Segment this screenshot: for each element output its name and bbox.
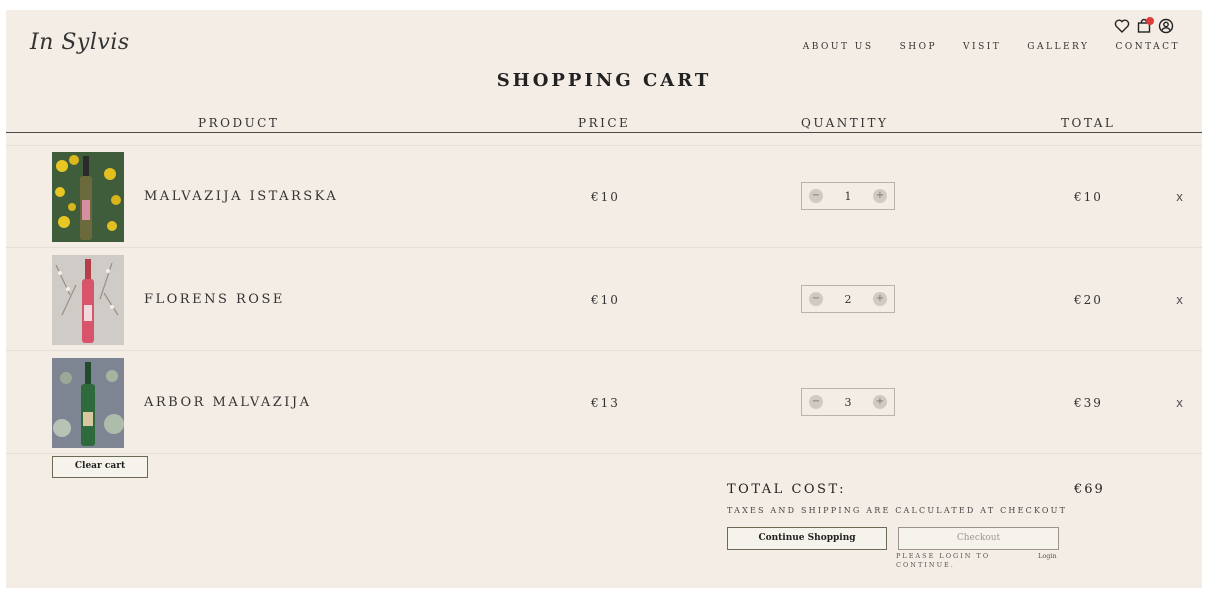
main-nav: ABOUT US SHOP VISIT GALLERY CONTACT xyxy=(803,42,1180,52)
nav-visit[interactable]: VISIT xyxy=(963,42,1001,52)
product-price: €13 xyxy=(591,396,620,410)
cart-badge xyxy=(1146,17,1154,25)
product-name[interactable]: MALVAZIJA ISTARSKA xyxy=(144,189,338,204)
product-image[interactable] xyxy=(52,255,124,345)
header-total: TOTAL xyxy=(1061,116,1116,130)
header-icons xyxy=(1114,17,1174,34)
header-divider xyxy=(6,132,1202,133)
product-image[interactable] xyxy=(52,358,124,448)
quantity-stepper: − 2 + xyxy=(801,285,895,313)
clear-cart-button[interactable]: Clear cart xyxy=(52,456,148,478)
page: In Sylvis ABOUT US SHOP VISIT GALLERY CO… xyxy=(6,10,1202,588)
total-cost-value: €69 xyxy=(1074,482,1105,497)
cart-row: FLORENS ROSE €10 − 2 + €20 x xyxy=(6,249,1202,351)
row-total: €39 xyxy=(1074,396,1103,410)
shopping-bag-icon[interactable] xyxy=(1136,17,1154,34)
product-price: €10 xyxy=(591,190,620,204)
login-note: PLEASE LOGIN TO CONTINUE. xyxy=(896,552,991,569)
quantity-stepper: − 3 + xyxy=(801,388,895,416)
logo[interactable]: In Sylvis xyxy=(30,30,130,55)
row-total: €20 xyxy=(1074,293,1103,307)
nav-about-us[interactable]: ABOUT US xyxy=(803,42,874,52)
remove-item-button[interactable]: x xyxy=(1176,396,1183,410)
cart-row: ARBOR MALVAZIJA €13 − 3 + €39 x xyxy=(6,352,1202,454)
nav-contact[interactable]: CONTACT xyxy=(1115,42,1180,52)
product-image[interactable] xyxy=(52,152,124,242)
cart-row: MALVAZIJA ISTARSKA €10 − 1 + €10 x xyxy=(6,146,1202,248)
remove-item-button[interactable]: x xyxy=(1176,293,1183,307)
remove-item-button[interactable]: x xyxy=(1176,190,1183,204)
total-cost-label: TOTAL COST: xyxy=(727,482,847,497)
taxes-note: TAXES AND SHIPPING ARE CALCULATED AT CHE… xyxy=(727,506,1068,515)
increase-quantity-button[interactable]: + xyxy=(873,292,887,306)
header-quantity: QUANTITY xyxy=(801,116,889,130)
page-title: SHOPPING CART xyxy=(496,70,712,91)
header-product: PRODUCT xyxy=(198,116,280,130)
header-price: PRICE xyxy=(578,116,631,130)
row-total: €10 xyxy=(1074,190,1103,204)
heart-icon[interactable] xyxy=(1114,18,1130,34)
product-name[interactable]: FLORENS ROSE xyxy=(144,292,285,307)
increase-quantity-button[interactable]: + xyxy=(873,395,887,409)
increase-quantity-button[interactable]: + xyxy=(873,189,887,203)
continue-shopping-button[interactable]: Continue Shopping xyxy=(727,527,887,550)
product-price: €10 xyxy=(591,293,620,307)
checkout-button[interactable]: Checkout xyxy=(898,527,1059,550)
login-link[interactable]: Login xyxy=(1038,552,1057,560)
quantity-stepper: − 1 + xyxy=(801,182,895,210)
nav-shop[interactable]: SHOP xyxy=(900,42,937,52)
product-name[interactable]: ARBOR MALVAZIJA xyxy=(144,395,312,410)
user-icon[interactable] xyxy=(1158,18,1174,34)
nav-gallery[interactable]: GALLERY xyxy=(1027,42,1089,52)
